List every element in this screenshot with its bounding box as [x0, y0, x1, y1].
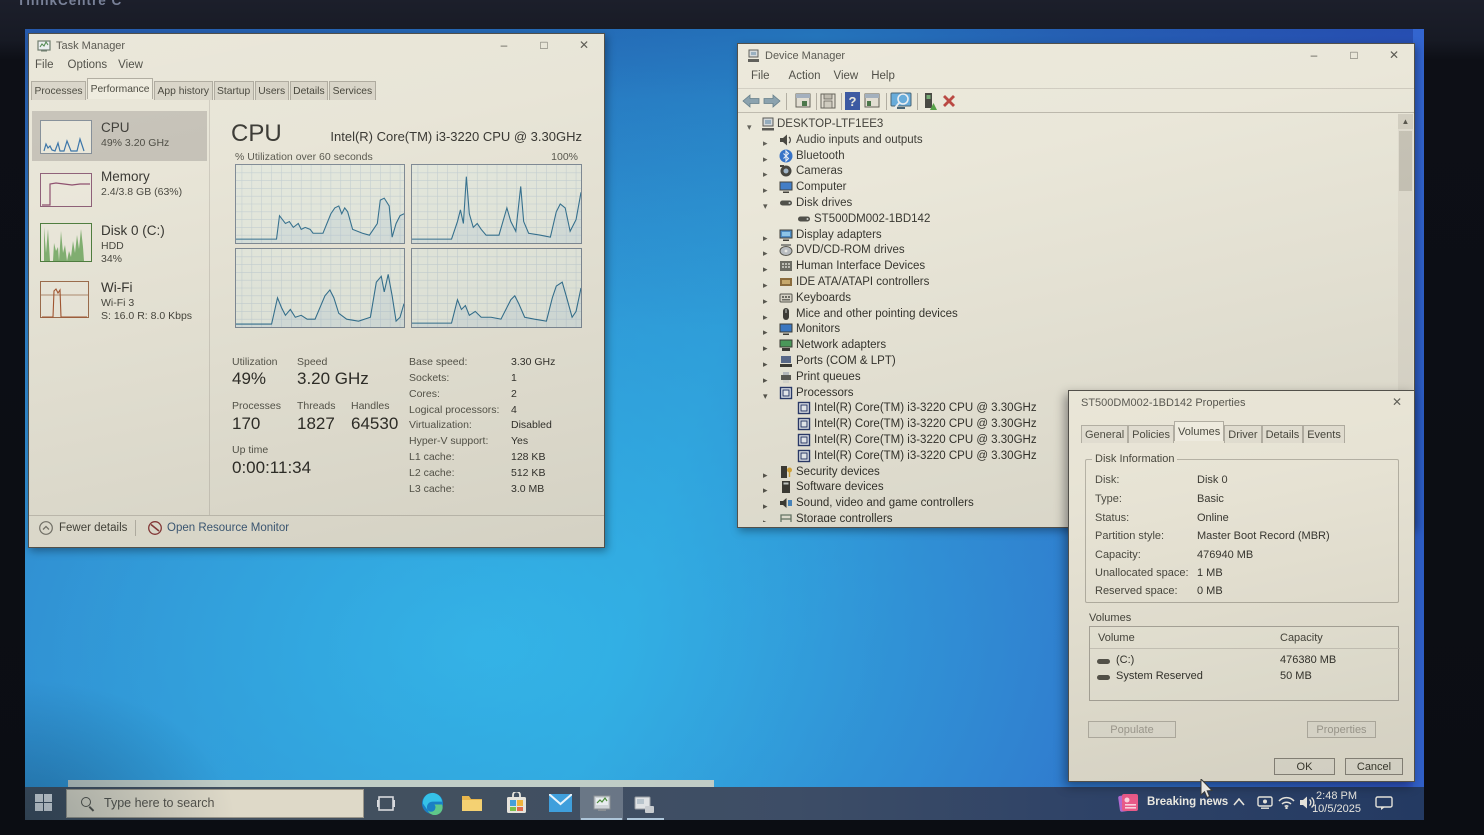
svg-text:?: ?: [849, 94, 857, 109]
